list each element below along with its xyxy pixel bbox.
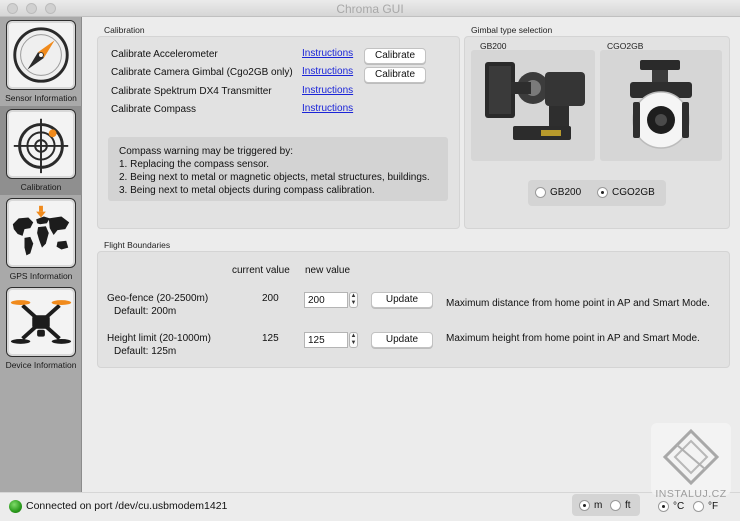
calibrate-accelerometer-button[interactable]: Calibrate xyxy=(364,48,426,64)
stepper-arrows[interactable]: ▲ ▼ xyxy=(349,332,358,348)
cgo2gb-radio[interactable]: CGO2GB xyxy=(597,187,655,198)
unit-m-label: m xyxy=(594,500,603,511)
height-limit-stepper[interactable]: ▲▼ xyxy=(304,332,358,348)
sidebar-item-calibration[interactable]: Calibration xyxy=(0,106,82,195)
height-limit-input[interactable] xyxy=(304,332,348,348)
radio-indicator xyxy=(597,187,608,198)
unit-celsius-label: °C xyxy=(673,501,685,512)
sidebar-item-label: GPS Information xyxy=(9,271,73,281)
geofence-input[interactable] xyxy=(304,292,348,308)
geofence-label: Geo-fence (20-2500m) xyxy=(107,293,209,304)
radio-indicator xyxy=(658,501,669,512)
geofence-update-button[interactable]: Update xyxy=(371,292,433,308)
unit-fahrenheit-label: °F xyxy=(708,501,719,512)
height-limit-current-value: 125 xyxy=(262,333,279,344)
geofence-stepper[interactable]: ▲▼ xyxy=(304,292,358,308)
calibration-group-label: Calibration xyxy=(104,25,145,35)
transmitter-instructions-link[interactable]: Instructions xyxy=(302,85,353,96)
height-limit-default: Default: 125m xyxy=(114,346,177,357)
calibrate-accelerometer-label: Calibrate Accelerometer xyxy=(111,49,218,60)
radio-indicator xyxy=(535,187,546,198)
target-icon xyxy=(6,109,76,179)
cgo2gb-image[interactable] xyxy=(600,50,722,161)
compass-warning-line: 2. Being next to metal or magnetic objec… xyxy=(119,172,430,183)
accelerometer-instructions-link[interactable]: Instructions xyxy=(302,48,353,59)
title-bar: Chroma GUI xyxy=(0,0,740,17)
flight-boundaries-panel xyxy=(97,251,730,368)
flight-boundaries-label: Flight Boundaries xyxy=(104,240,171,250)
stepper-arrows[interactable]: ▲ ▼ xyxy=(349,292,358,308)
sidebar: Sensor Information Calibration GPS Infor… xyxy=(0,17,82,492)
height-limit-description: Maximum height from home point in AP and… xyxy=(446,333,700,344)
calibrate-transmitter-label: Calibrate Spektrum DX4 Transmitter xyxy=(111,86,272,97)
sidebar-item-label: Sensor Information xyxy=(5,93,77,103)
unit-ft-label: ft xyxy=(625,500,631,511)
gimbal-instructions-link[interactable]: Instructions xyxy=(302,66,353,77)
world-map-icon xyxy=(6,198,76,268)
geofence-current-value: 200 xyxy=(262,293,279,304)
sidebar-item-sensor-information[interactable]: Sensor Information xyxy=(0,17,82,106)
compass-icon xyxy=(6,20,76,90)
calibrate-gimbal-button[interactable]: Calibrate xyxy=(364,67,426,83)
height-limit-update-button[interactable]: Update xyxy=(371,332,433,348)
window-title: Chroma GUI xyxy=(336,2,404,16)
cgo2gb-radio-label: CGO2GB xyxy=(612,187,655,198)
radio-indicator xyxy=(579,500,590,511)
gb200-radio-label: GB200 xyxy=(550,187,582,198)
new-value-header: new value xyxy=(305,265,351,276)
sidebar-item-gps-information[interactable]: GPS Information xyxy=(0,195,82,284)
compass-warning-line: 1. Replacing the compass sensor. xyxy=(119,159,270,170)
gimbal-type-radio-group: GB200 CGO2GB xyxy=(528,180,666,206)
height-limit-label: Height limit (20-1000m) xyxy=(107,333,211,344)
calibrate-gimbal-label: Calibrate Camera Gimbal (Cgo2GB only) xyxy=(111,67,293,78)
connection-status-icon xyxy=(9,500,22,513)
drone-icon xyxy=(6,287,76,357)
gb200-radio[interactable]: GB200 xyxy=(535,187,581,198)
sidebar-item-label: Device Information xyxy=(5,360,77,370)
sidebar-item-device-information[interactable]: Device Information xyxy=(0,284,82,373)
sidebar-item-label: Calibration xyxy=(20,182,62,192)
compass-warning-line: 3. Being next to metal objects during co… xyxy=(119,185,375,196)
compass-instructions-link[interactable]: Instructions xyxy=(302,103,353,114)
geofence-default: Default: 200m xyxy=(114,306,177,317)
unit-celsius-radio[interactable]: °C xyxy=(658,501,684,512)
calibrate-compass-label: Calibrate Compass xyxy=(111,104,197,115)
watermark-logo xyxy=(651,423,731,495)
compass-warning-box: Compass warning may be triggered by: 1. … xyxy=(108,137,448,201)
gb200-image[interactable] xyxy=(471,50,595,161)
compass-warning-title: Compass warning may be triggered by: xyxy=(119,146,293,157)
unit-ft-radio[interactable]: ft xyxy=(610,500,631,511)
radio-indicator xyxy=(610,500,621,511)
temperature-unit-radio-group: °C °F xyxy=(651,498,731,516)
connection-status-text: Connected on port /dev/cu.usbmodem1421 xyxy=(26,500,228,512)
geofence-description: Maximum distance from home point in AP a… xyxy=(446,298,710,309)
unit-fahrenheit-radio[interactable]: °F xyxy=(693,501,718,512)
current-value-header: current value xyxy=(232,265,290,276)
unit-m-radio[interactable]: m xyxy=(579,500,602,511)
distance-unit-radio-group: m ft xyxy=(572,494,640,516)
radio-indicator xyxy=(693,501,704,512)
gimbal-group-label: Gimbal type selection xyxy=(471,25,553,35)
